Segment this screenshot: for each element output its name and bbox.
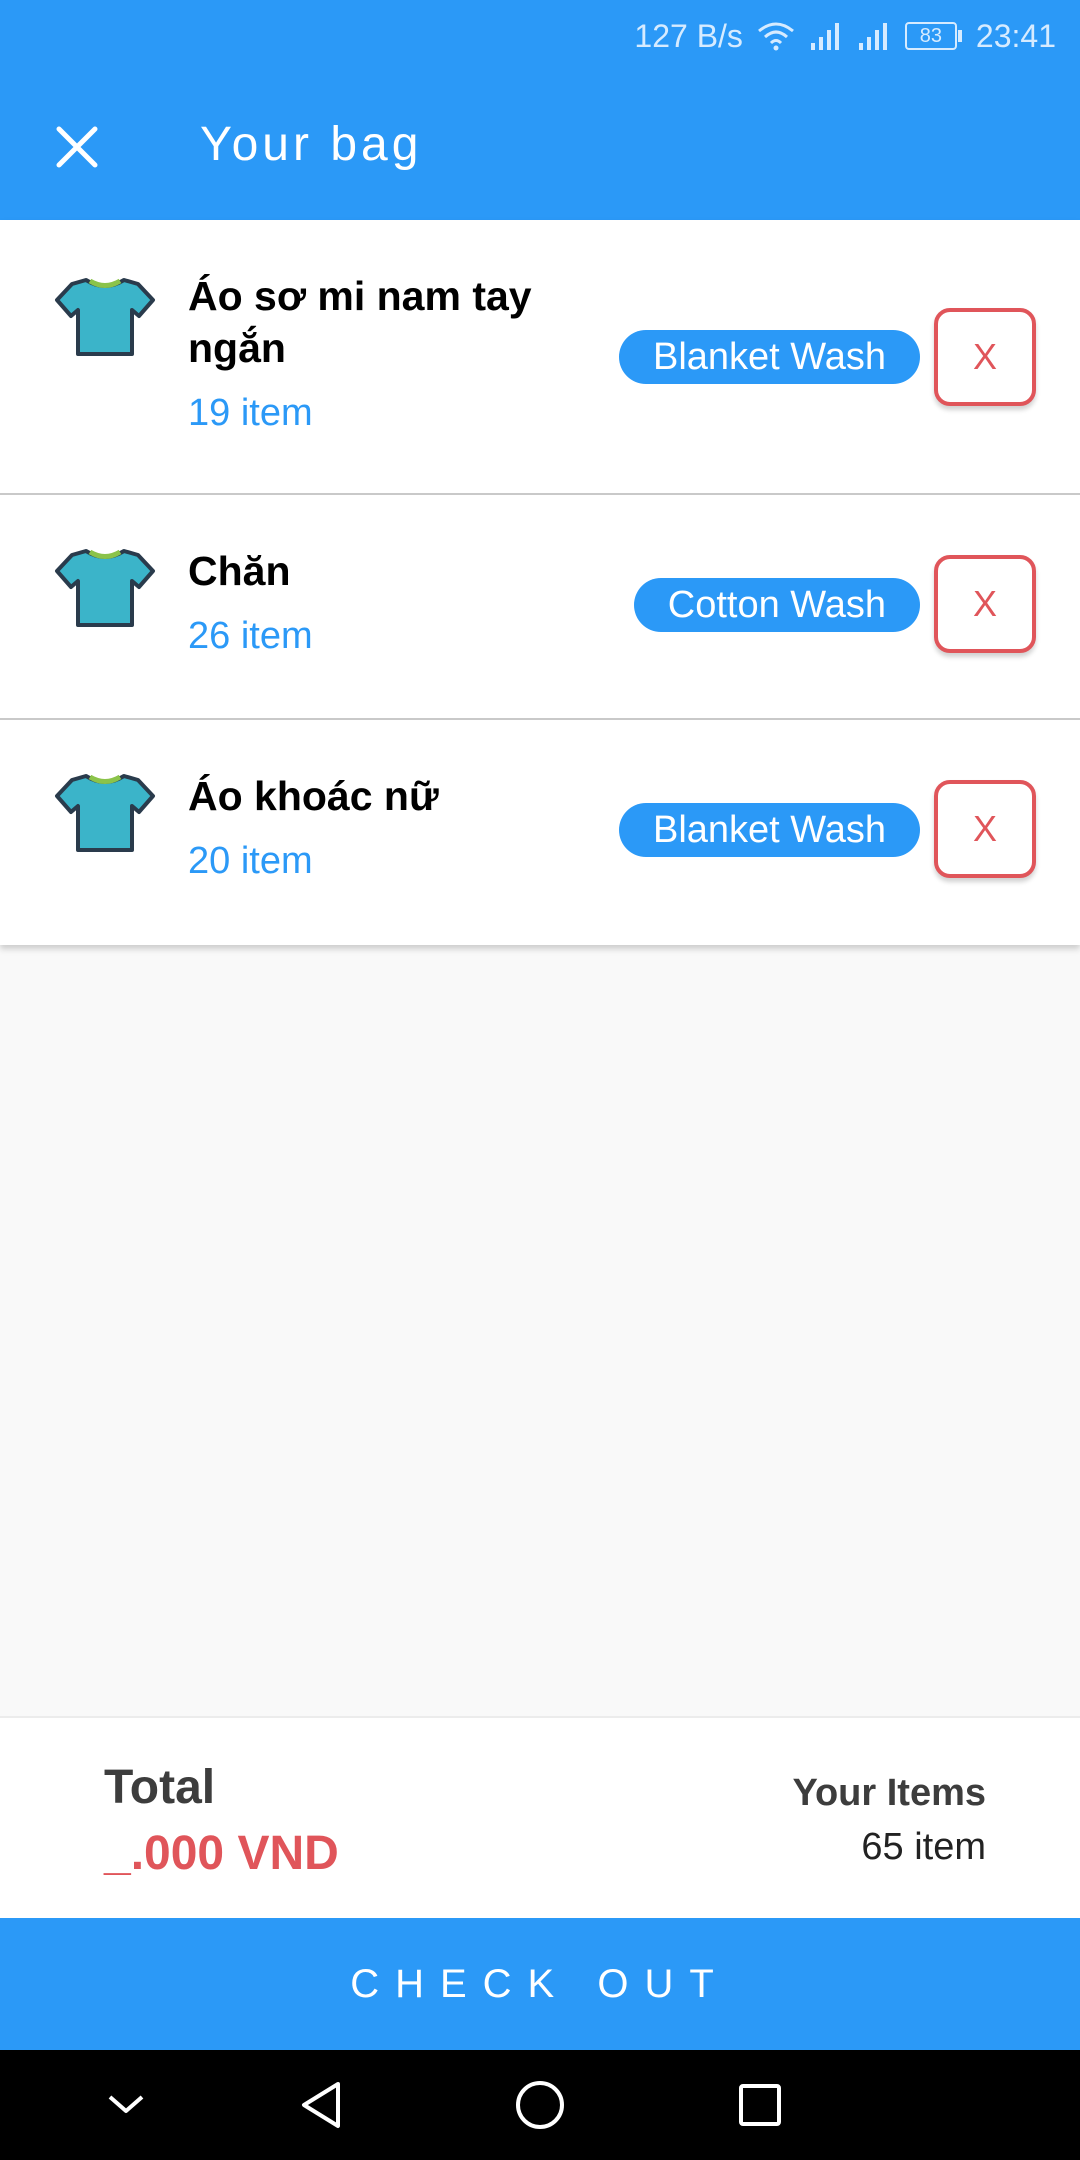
signal-icon xyxy=(857,21,891,51)
signal-icon xyxy=(809,21,843,51)
item-quantity: 20 item xyxy=(188,840,313,882)
total-value: _.000 VND xyxy=(104,1827,339,1880)
item-quantity: 19 item xyxy=(188,392,313,434)
close-icon xyxy=(56,126,98,168)
shirt-icon xyxy=(55,774,155,852)
close-button[interactable] xyxy=(42,112,112,182)
clock: 23:41 xyxy=(975,17,1056,54)
system-nav-bar xyxy=(0,2050,1080,2160)
order-summary: Total _.000 VND Your Items 65 item xyxy=(0,1716,1080,1918)
remove-item-button[interactable]: X xyxy=(934,780,1036,878)
shirt-icon xyxy=(55,278,155,356)
battery-level: 83 xyxy=(904,22,957,50)
nav-back-button[interactable] xyxy=(293,2077,349,2133)
bag-item-list: Áo sơ mi nam tay ngắn 19 item Blanket Wa… xyxy=(0,220,1080,945)
service-badge[interactable]: Blanket Wash xyxy=(618,803,920,857)
service-badge[interactable]: Blanket Wash xyxy=(618,330,920,384)
item-quantity: 26 item xyxy=(188,615,313,657)
nav-down-button[interactable] xyxy=(98,2077,154,2133)
nav-down-icon xyxy=(108,2095,144,2113)
remove-item-button[interactable]: X xyxy=(934,308,1036,406)
item-name: Áo sơ mi nam tay ngắn xyxy=(188,273,532,371)
list-item: Áo sơ mi nam tay ngắn 19 item Blanket Wa… xyxy=(0,220,1080,495)
nav-home-button[interactable] xyxy=(512,2077,568,2133)
app-bar: 127 B/s 83 23:41 Your bag xyxy=(0,0,1080,220)
battery-icon: 83 xyxy=(904,22,962,50)
nav-recents-button[interactable] xyxy=(732,2077,788,2133)
page-title: Your bag xyxy=(200,118,423,171)
items-count-label: Your Items xyxy=(792,1772,986,1814)
checkout-button[interactable]: CHECK OUT xyxy=(0,1918,1080,2050)
remove-item-button[interactable]: X xyxy=(934,555,1036,653)
shirt-icon xyxy=(55,549,155,627)
nav-recents-icon xyxy=(739,2084,781,2126)
status-bar: 127 B/s 83 23:41 xyxy=(634,14,1056,58)
nav-home-icon xyxy=(516,2081,564,2129)
items-count-value: 65 item xyxy=(861,1826,986,1868)
service-badge[interactable]: Cotton Wash xyxy=(633,578,920,632)
total-label: Total xyxy=(104,1761,216,1814)
list-item: Áo khoác nữ 20 item Blanket Wash X xyxy=(0,720,1080,945)
list-item: Chăn 26 item Cotton Wash X xyxy=(0,495,1080,720)
item-name: Áo khoác nữ xyxy=(188,773,439,819)
nav-back-icon xyxy=(302,2082,340,2128)
wifi-icon xyxy=(757,21,795,51)
item-name: Chăn xyxy=(188,548,291,594)
network-speed: 127 B/s xyxy=(634,17,743,54)
